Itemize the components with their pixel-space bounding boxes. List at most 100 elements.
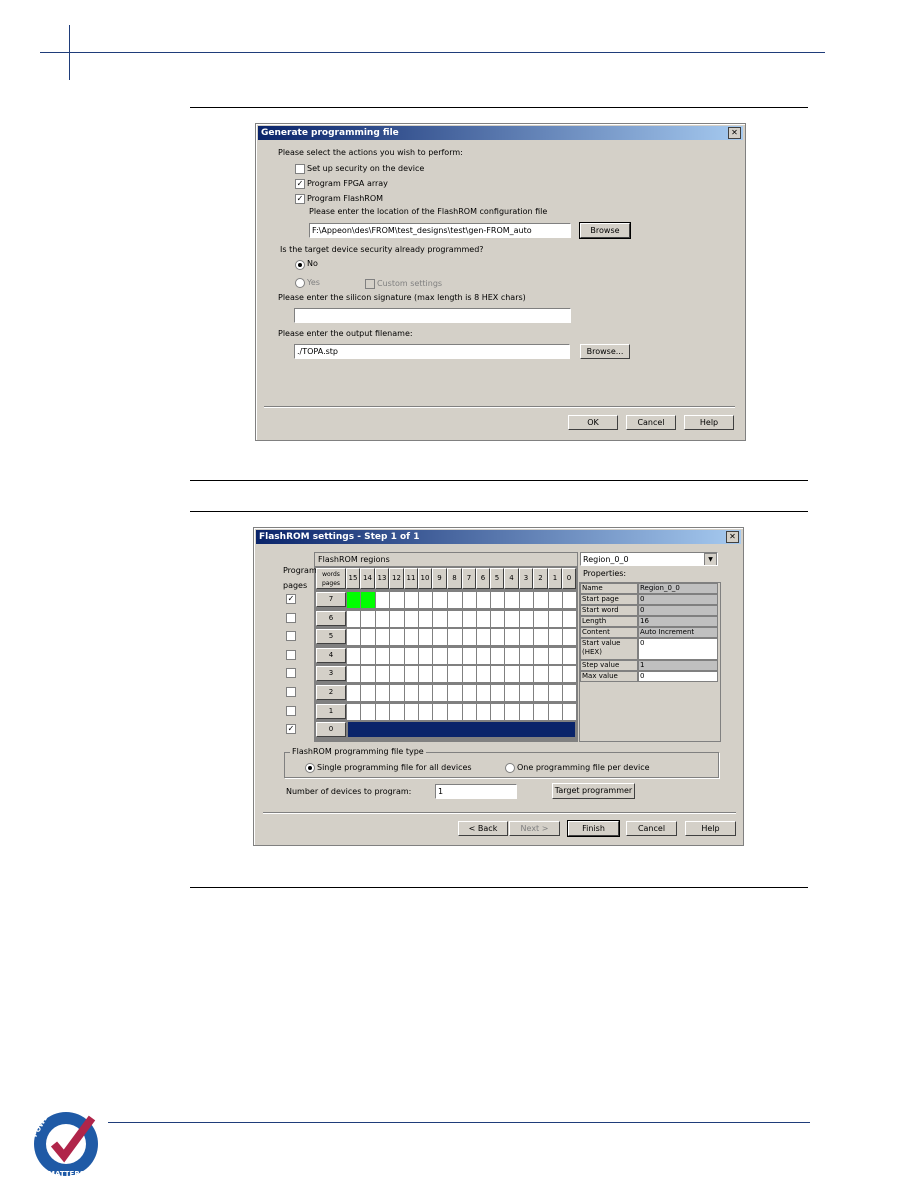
grid-cell[interactable]	[534, 592, 548, 608]
grid-cell[interactable]	[390, 610, 404, 627]
grid-cell[interactable]	[505, 610, 519, 627]
ok-button[interactable]: OK	[568, 415, 618, 430]
program-fpga-checkbox[interactable]: ✓	[295, 179, 305, 189]
setup-security-checkbox[interactable]	[295, 164, 305, 174]
word-column-header-8[interactable]: 8	[447, 568, 462, 589]
grid-cell[interactable]	[405, 703, 418, 720]
close-button[interactable]: ✕	[726, 531, 739, 543]
grid-cell[interactable]	[419, 703, 432, 720]
region-select[interactable]: Region_0_0 ▼	[580, 552, 718, 566]
grid-cell[interactable]	[448, 610, 462, 627]
grid-cell[interactable]	[347, 666, 360, 683]
grid-cell[interactable]	[347, 647, 360, 664]
word-column-header-10[interactable]: 10	[418, 568, 432, 589]
grid-cell[interactable]	[563, 592, 576, 608]
grid-cell[interactable]	[477, 666, 490, 683]
page-row-header-3[interactable]: 3	[316, 666, 346, 682]
grid-cell[interactable]	[491, 685, 504, 701]
grid-cell[interactable]	[376, 703, 389, 720]
next-button[interactable]: Next >	[509, 821, 560, 836]
finish-button[interactable]: Finish	[567, 820, 620, 837]
page-row-header-6[interactable]: 6	[316, 610, 346, 626]
grid-cell[interactable]	[405, 647, 418, 664]
word-column-header-0[interactable]: 0	[562, 568, 576, 589]
grid-cell[interactable]	[433, 592, 447, 608]
browse-output-button[interactable]: Browse...	[580, 344, 630, 359]
grid-cell[interactable]	[463, 685, 476, 701]
grid-cell[interactable]	[376, 666, 389, 683]
program-page-4-checkbox[interactable]	[286, 649, 296, 660]
grid-cell[interactable]	[491, 629, 504, 646]
word-column-header-7[interactable]: 7	[462, 568, 476, 589]
grid-cell[interactable]	[505, 647, 519, 664]
signature-input[interactable]	[294, 308, 571, 323]
grid-cell[interactable]	[549, 629, 562, 646]
word-column-header-1[interactable]: 1	[548, 568, 562, 589]
grid-cell[interactable]	[520, 703, 533, 720]
grid-cell[interactable]	[347, 592, 360, 608]
grid-cell[interactable]	[477, 629, 490, 646]
grid-cell[interactable]	[419, 592, 432, 608]
grid-cell[interactable]	[534, 703, 548, 720]
grid-cell[interactable]	[376, 592, 389, 608]
program-page-0-checkbox[interactable]: ✓	[286, 724, 296, 735]
grid-cell[interactable]	[534, 610, 548, 627]
grid-cell[interactable]	[477, 647, 490, 664]
grid-cell[interactable]	[361, 629, 375, 646]
grid-cell[interactable]	[463, 592, 476, 608]
security-yes-radio[interactable]	[295, 278, 305, 288]
grid-cell[interactable]	[361, 666, 375, 683]
grid-cell[interactable]	[534, 666, 548, 683]
grid-cell[interactable]	[448, 703, 462, 720]
grid-cell[interactable]	[491, 610, 504, 627]
word-column-header-3[interactable]: 3	[519, 568, 533, 589]
grid-cell[interactable]	[463, 666, 476, 683]
grid-cell[interactable]	[534, 629, 548, 646]
grid-cell[interactable]	[491, 666, 504, 683]
custom-settings-checkbox[interactable]	[365, 279, 375, 289]
grid-cell[interactable]	[433, 685, 447, 701]
back-button[interactable]: < Back	[458, 821, 508, 836]
grid-cell[interactable]	[563, 610, 576, 627]
devices-input[interactable]: 1	[435, 784, 517, 799]
grid-cell[interactable]	[347, 703, 360, 720]
flashrom-path-input[interactable]: F:\Appeon\des\FROM\test_designs\test\gen…	[309, 223, 571, 238]
grid-cell[interactable]	[433, 647, 447, 664]
page-row-header-7[interactable]: 7	[316, 592, 346, 607]
program-page-7-checkbox[interactable]: ✓	[286, 594, 296, 604]
grid-cell[interactable]	[549, 703, 562, 720]
grid-cell[interactable]	[463, 647, 476, 664]
word-column-header-6[interactable]: 6	[476, 568, 490, 589]
property-value[interactable]: 0	[638, 671, 718, 682]
grid-cell[interactable]	[534, 647, 548, 664]
grid-cell[interactable]	[520, 666, 533, 683]
program-page-2-checkbox[interactable]	[286, 687, 296, 697]
grid-cell[interactable]	[563, 629, 576, 646]
output-filename-input[interactable]: ./TOPA.stp	[294, 344, 570, 359]
grid-cell[interactable]	[419, 666, 432, 683]
grid-cell[interactable]	[376, 629, 389, 646]
grid-cell[interactable]	[390, 647, 404, 664]
word-column-header-13[interactable]: 13	[375, 568, 389, 589]
grid-cell[interactable]	[563, 647, 576, 664]
browse-flashrom-button[interactable]: Browse	[579, 222, 631, 239]
grid-cell[interactable]	[534, 685, 548, 701]
grid-cell[interactable]	[433, 610, 447, 627]
grid-cell[interactable]	[405, 610, 418, 627]
grid-cell[interactable]	[448, 647, 462, 664]
grid-cell[interactable]	[520, 685, 533, 701]
grid-cell[interactable]	[491, 647, 504, 664]
grid-cell[interactable]	[433, 629, 447, 646]
grid-cell[interactable]	[419, 685, 432, 701]
page-row-header-0[interactable]: 0	[316, 722, 346, 738]
grid-cell[interactable]	[463, 703, 476, 720]
page-row-header-2[interactable]: 2	[316, 685, 346, 700]
property-value[interactable]: 0	[638, 638, 718, 660]
grid-cell[interactable]	[520, 610, 533, 627]
grid-cell[interactable]	[477, 703, 490, 720]
cancel-button[interactable]: Cancel	[626, 821, 677, 836]
target-programmer-button[interactable]: Target programmer	[552, 783, 635, 799]
grid-cell[interactable]	[376, 647, 389, 664]
grid-cell[interactable]	[448, 666, 462, 683]
grid-cell[interactable]	[505, 666, 519, 683]
